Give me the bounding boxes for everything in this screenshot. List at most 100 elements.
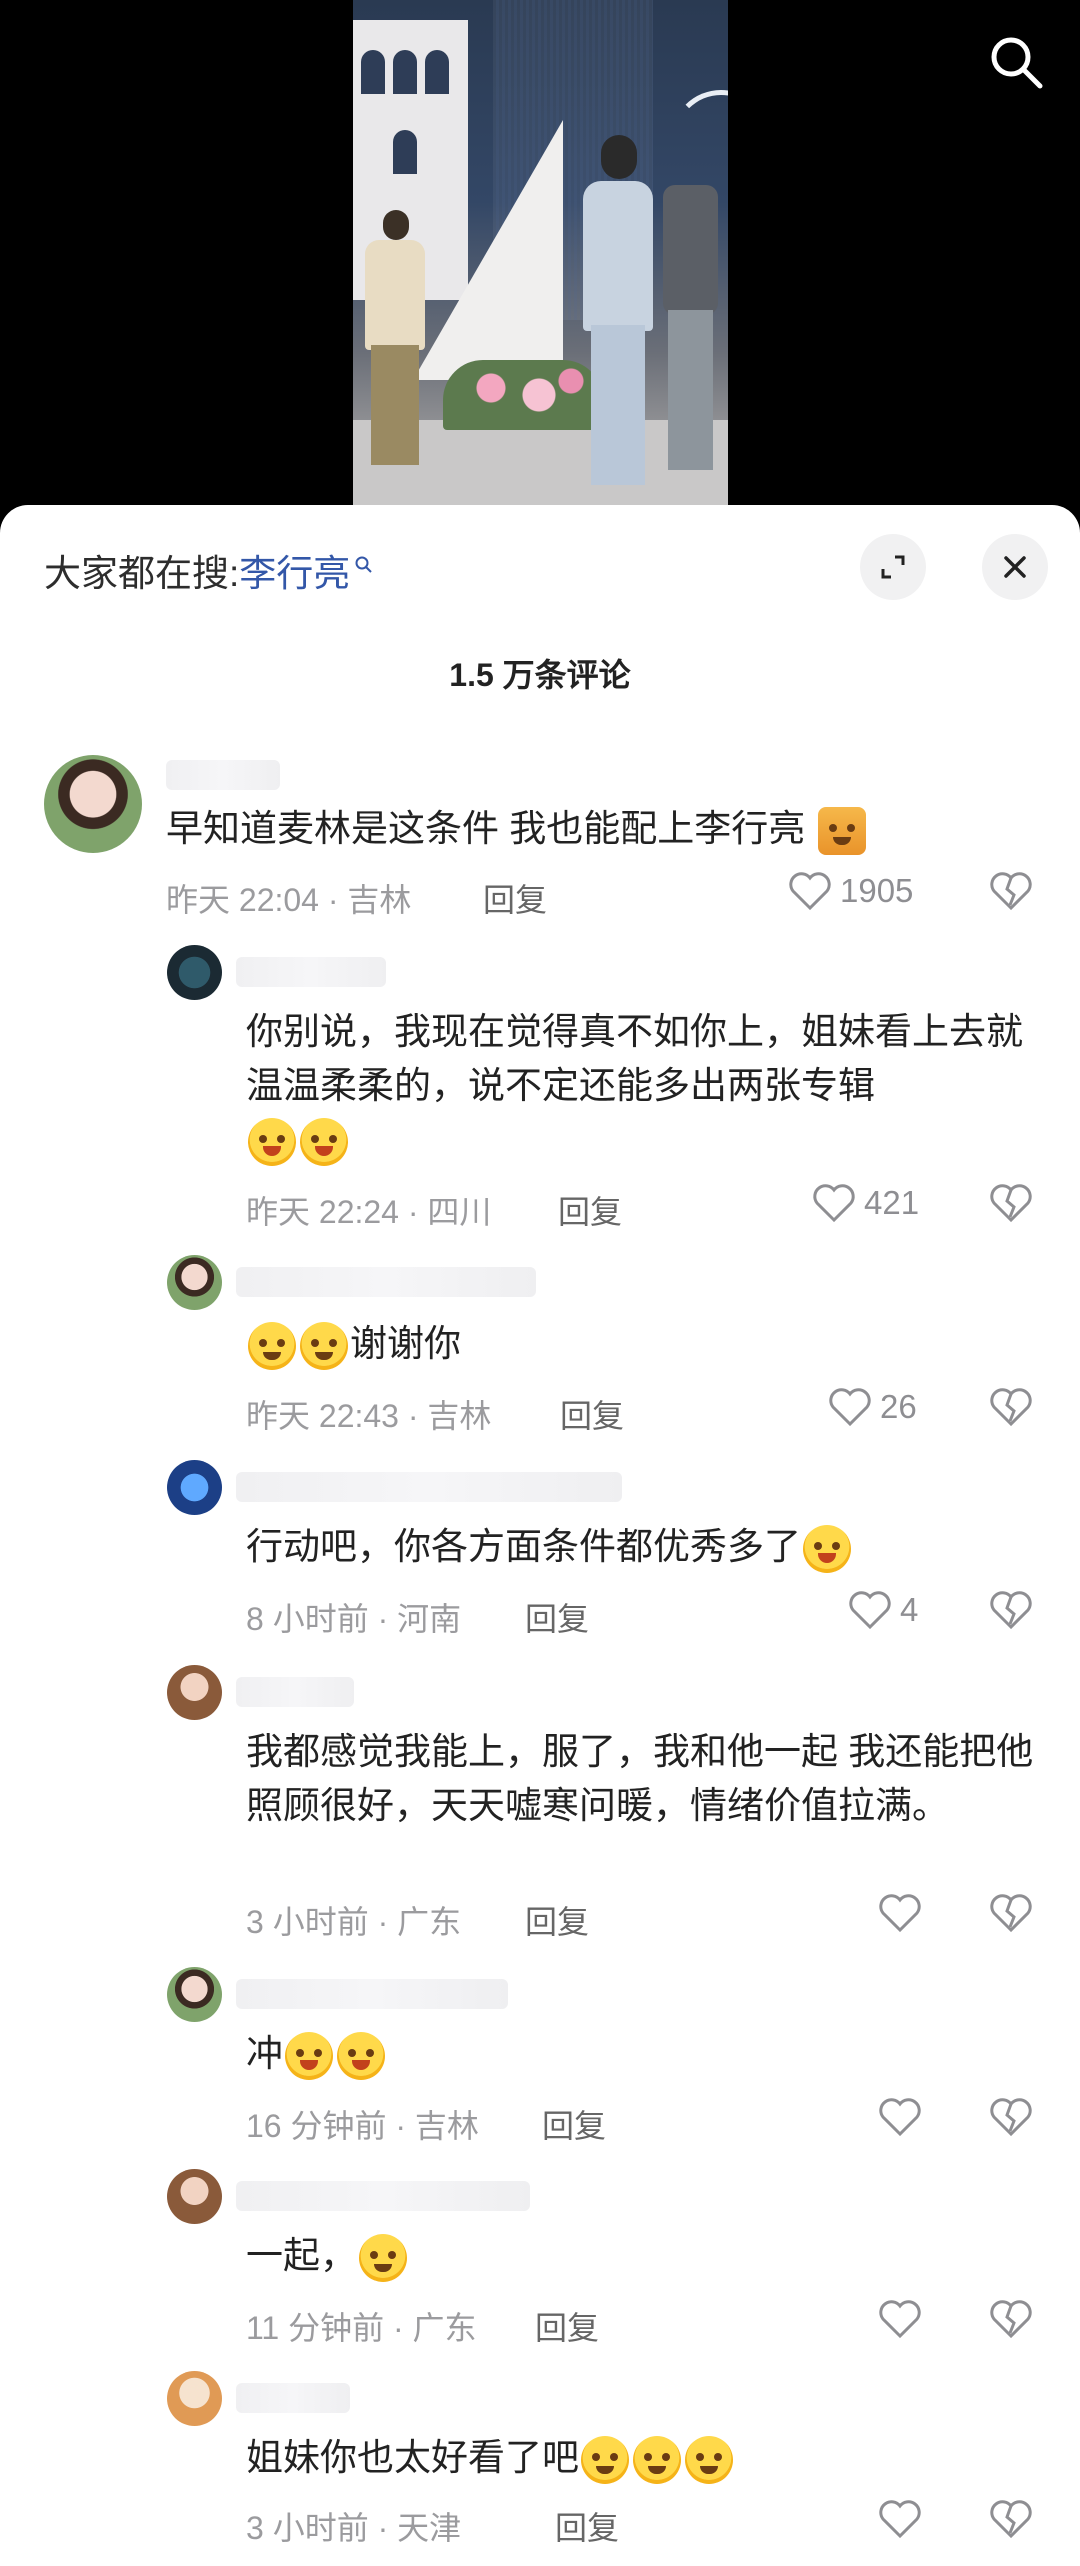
comment-meta: 昨天 22:24 · 四川 [246,1194,492,1230]
laughing-crying-emoji [337,2032,385,2081]
avatar[interactable] [167,1665,222,1720]
heart-icon [789,872,831,911]
broken-heart-icon [990,2500,1032,2539]
avatar[interactable] [167,1967,222,2022]
trending-search[interactable]: 大家都在搜: 李行亮 [44,545,374,595]
like-button[interactable]: 26 [828,1387,917,1427]
like-count: 421 [864,1184,920,1221]
reply-button[interactable]: 回复 [542,2101,606,2147]
video-window [425,50,449,94]
avatar[interactable] [167,945,222,1000]
reply-button[interactable]: 回复 [558,1187,622,1233]
trending-search-prefix: 大家都在搜: [44,553,240,594]
dislike-button[interactable] [989,2299,1033,2344]
like-count: 4 [900,1591,919,1628]
reply-button[interactable]: 回复 [525,1594,589,1640]
broken-heart-icon [990,2098,1032,2137]
like-button[interactable] [878,2097,930,2137]
avatar[interactable] [167,1460,222,1515]
thinking-emoji [359,2234,407,2283]
laughing-crying-emoji [803,1525,851,1574]
username-hidden[interactable] [236,2383,350,2413]
shy-emoji [685,2436,733,2485]
comments-sheet: 大家都在搜: 李行亮 1.5 万条评论 早知道麦林是这条件 我也能配上李行亮 昨… [0,505,1080,2566]
comment-text: 你别说，我现在觉得真不如你上，姐妹看上去就温温柔柔的，说不定还能多出两张专辑 [246,1005,1036,1167]
reply-button[interactable]: 回复 [555,2503,619,2549]
search-icon[interactable] [986,32,1046,92]
reply-button[interactable]: 回复 [483,875,547,921]
shy-emoji [581,2436,629,2485]
comment-meta: 16 分钟前 · 吉林 [246,2108,479,2144]
avatar[interactable] [167,2371,222,2426]
comment-meta: 3 小时前 · 天津 [246,2510,462,2546]
avatar[interactable] [167,2169,222,2224]
video-frame [353,0,728,505]
reply-button[interactable]: 回复 [560,1391,624,1437]
comment-text: 行动吧，你各方面条件都优秀多了 [246,1520,853,1574]
broken-heart-icon [990,1388,1032,1427]
heart-icon [879,2300,921,2339]
dislike-button[interactable] [989,2499,1033,2544]
video-singer [583,135,653,495]
like-button[interactable]: 1905 [788,871,913,911]
like-button[interactable] [878,1893,930,1933]
dislike-button[interactable] [989,2097,1033,2142]
username-hidden[interactable] [236,2181,530,2211]
username-hidden[interactable] [236,1472,622,1502]
like-count: 26 [880,1388,917,1425]
dislike-button[interactable] [989,1183,1033,1228]
heart-icon [849,1591,891,1630]
close-button[interactable] [982,534,1048,600]
comment-meta: 3 小时前 · 广东 [246,1904,462,1940]
video-cameraman [365,210,425,470]
video-flowers [443,360,603,430]
like-button[interactable]: 421 [812,1183,919,1223]
video-light-ring [671,90,728,190]
pleading-emoji [300,1322,348,1371]
cat-emoji [817,807,866,856]
video-window [393,50,417,94]
dislike-button[interactable] [989,871,1033,916]
expand-button[interactable] [860,534,926,600]
username-hidden[interactable] [236,1979,508,2009]
heart-icon [879,2098,921,2137]
video-stage-slope [413,120,563,380]
heart-icon [829,1388,871,1427]
broken-heart-icon [990,1184,1032,1223]
dislike-button[interactable] [989,1387,1033,1432]
username-hidden[interactable] [166,760,280,790]
laughing-crying-emoji [248,1118,296,1167]
like-button[interactable] [878,2499,930,2539]
trending-search-term[interactable]: 李行亮 [239,543,350,597]
close-icon [1004,556,1026,578]
broken-heart-icon [990,872,1032,911]
comment-text: 姐妹你也太好看了吧 [246,2431,735,2485]
comment-text: 我都感觉我能上，服了，我和他一起 我还能把他照顾很好，天天嘘寒问暖，情绪价值拉满… [246,1731,1034,1826]
username-hidden[interactable] [236,1677,354,1707]
like-button[interactable] [878,2299,930,2339]
avatar[interactable] [44,755,142,853]
reply-button[interactable]: 回复 [535,2303,599,2349]
heart-icon [813,1184,855,1223]
comment-meta: 昨天 22:43 · 吉林 [246,1398,492,1434]
dislike-button[interactable] [989,1590,1033,1635]
comment-meta: 昨天 22:04 · 吉林 [166,882,412,918]
reply-button[interactable]: 回复 [525,1897,589,1943]
expand-icon [881,555,905,579]
video-player[interactable] [0,0,1080,530]
comment-count: 1.5 万条评论 [449,657,631,693]
comment-text: 一起， [246,2229,409,2283]
comment-meta: 11 分钟前 · 广东 [246,2310,477,2346]
avatar[interactable] [167,1255,222,1310]
comment-text: 早知道麦林是这条件 我也能配上李行亮 [166,802,966,856]
dislike-button[interactable] [989,1893,1033,1938]
comment-text: 冲 [246,2027,387,2081]
shy-emoji [633,2436,681,2485]
broken-heart-icon [990,2300,1032,2339]
username-hidden[interactable] [236,957,386,987]
username-hidden[interactable] [236,1267,536,1297]
comment-meta: 8 小时前 · 河南 [246,1601,462,1637]
broken-heart-icon [990,1591,1032,1630]
like-button[interactable]: 4 [848,1590,918,1630]
laughing-crying-emoji [285,2032,333,2081]
